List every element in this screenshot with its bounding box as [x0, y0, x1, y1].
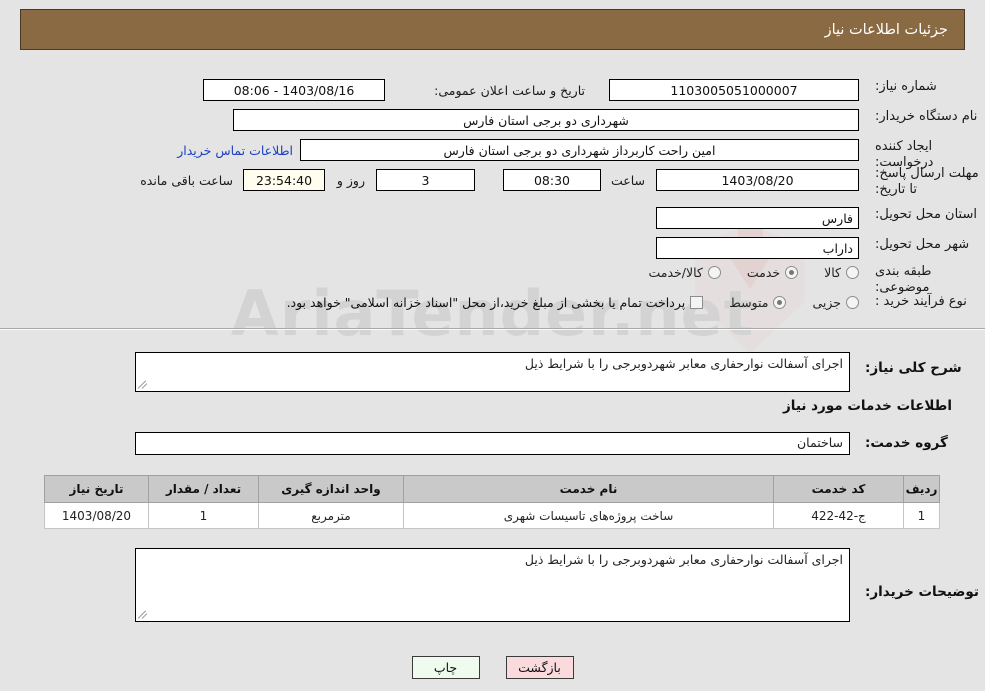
- cell-quantity: 1: [148, 502, 259, 529]
- service-group-label: گروه خدمت:: [865, 435, 948, 451]
- service-group-field[interactable]: ساختمان: [135, 432, 850, 455]
- col-row-no: ردیف: [903, 475, 940, 503]
- cell-row-no: 1: [903, 502, 940, 529]
- category-option-label: کالا/خدمت: [648, 265, 703, 280]
- requester-field: امین راحت کاربرداز شهرداری دو برجی استان…: [300, 139, 859, 161]
- deadline-label: مهلت ارسال پاسخ: تا تاریخ:: [875, 166, 979, 197]
- cell-need-date: 1403/08/20: [44, 502, 149, 529]
- section-divider: [0, 328, 985, 330]
- page-root: AriaTender.net جزئیات اطلاعات نیاز شماره…: [0, 0, 985, 691]
- need-number-label: شماره نیاز:: [875, 79, 937, 94]
- buyer-notes-label: توضیحات خریدار:: [865, 584, 979, 600]
- process-option-minor[interactable]: جزیی: [812, 295, 859, 310]
- countdown-field: 23:54:40: [243, 169, 325, 191]
- treasury-checkbox-wrap[interactable]: پرداخت تمام یا بخشی از مبلغ خرید،از محل …: [287, 295, 704, 310]
- days-remaining-field: 3: [376, 169, 475, 191]
- days-remaining-label: روز و: [336, 173, 365, 188]
- province-field: فارس: [656, 207, 859, 229]
- general-desc-label: شرح کلی نیاز:: [865, 360, 962, 376]
- need-info-panel: شماره نیاز: 1103005051000007 تاریخ و ساع…: [0, 62, 985, 330]
- category-option-label: خدمت: [746, 265, 781, 280]
- process-option-medium[interactable]: متوسط: [729, 295, 787, 310]
- services-table: ردیف کد خدمت نام خدمت واحد اندازه گیری ت…: [44, 475, 940, 529]
- col-unit: واحد اندازه گیری: [258, 475, 404, 503]
- purchase-process-label: نوع فرآیند خرید :: [875, 294, 967, 309]
- buyer-notes-textarea[interactable]: اجرای آسفالت نوارحفاری معابر شهردوبرجی ر…: [135, 548, 850, 622]
- cell-service-name: ساخت پروژه‌های تاسیسات شهری: [403, 502, 774, 529]
- table-row: 1 ج-42-422 ساخت پروژه‌های تاسیسات شهری م…: [44, 502, 940, 529]
- back-button[interactable]: بازگشت: [505, 656, 574, 679]
- row-province: استان محل تحویل: فارس: [0, 204, 985, 232]
- deadline-date-field: 1403/08/20: [656, 169, 859, 191]
- radio-icon[interactable]: [707, 266, 721, 279]
- cell-unit: مترمربع: [258, 502, 404, 529]
- deadline-hour-label: ساعت: [610, 173, 645, 188]
- table-header-row: ردیف کد خدمت نام خدمت واحد اندازه گیری ت…: [44, 475, 940, 503]
- radio-icon[interactable]: [773, 296, 787, 309]
- countdown-label: ساعت باقی مانده: [140, 173, 233, 188]
- row-need-number: شماره نیاز: 1103005051000007 تاریخ و ساع…: [0, 76, 985, 104]
- radio-icon[interactable]: [846, 296, 859, 309]
- window-titlebar: جزئیات اطلاعات نیاز: [20, 9, 965, 50]
- announcement-label: تاریخ و ساعت اعلان عمومی:: [434, 83, 585, 98]
- row-purchase-process: نوع فرآیند خرید : جزیی متوسط پرداخت تمام…: [0, 291, 985, 319]
- announcement-datetime-field: 1403/08/16 - 08:06: [203, 79, 385, 101]
- cell-service-code: ج-42-422: [773, 502, 904, 529]
- resize-handle-icon[interactable]: [137, 609, 149, 620]
- general-desc-textarea[interactable]: اجرای آسفالت نوارحفاری معابر شهردوبرجی ر…: [135, 352, 850, 392]
- row-city: شهر محل تحویل: داراب: [0, 234, 985, 262]
- category-option-goods-service[interactable]: کالا/خدمت: [648, 265, 721, 280]
- city-field: داراب: [656, 237, 859, 259]
- row-requester: ایجاد کننده درخواست: امین راحت کاربرداز …: [0, 136, 985, 170]
- buyer-org-label: نام دستگاه خریدار:: [875, 109, 978, 124]
- radio-icon[interactable]: [785, 266, 799, 279]
- row-buyer-org: نام دستگاه خریدار: شهرداری دو برجی استان…: [0, 106, 985, 134]
- page-title: جزئیات اطلاعات نیاز: [824, 21, 948, 38]
- radio-icon[interactable]: [846, 266, 859, 279]
- checkbox-icon[interactable]: [690, 296, 704, 309]
- city-label: شهر محل تحویل:: [875, 237, 970, 252]
- purchase-process-radio-group: جزیی متوسط پرداخت تمام یا بخشی از مبلغ خ…: [261, 295, 859, 310]
- col-quantity: تعداد / مقدار: [148, 475, 259, 503]
- category-option-label: کالا: [824, 265, 841, 280]
- province-label: استان محل تحویل:: [875, 207, 977, 222]
- buyer-org-field: شهرداری دو برجی استان فارس: [233, 109, 859, 131]
- category-option-service[interactable]: خدمت: [746, 265, 799, 280]
- services-section-heading: اطلاعات خدمات مورد نیاز: [783, 398, 953, 414]
- deadline-hour-field: 08:30: [503, 169, 601, 191]
- col-service-name: نام خدمت: [403, 475, 774, 503]
- process-option-label: جزیی: [812, 295, 841, 310]
- print-button[interactable]: چاپ: [411, 656, 480, 679]
- buyer-contact-link[interactable]: اطلاعات تماس خریدار: [177, 143, 293, 158]
- category-radio-group: کالا خدمت کالا/خدمت: [622, 265, 859, 280]
- category-option-goods[interactable]: کالا: [824, 265, 859, 280]
- action-button-bar: بازگشت چاپ: [0, 656, 985, 679]
- resize-handle-icon[interactable]: [137, 379, 149, 390]
- col-service-code: کد خدمت: [773, 475, 904, 503]
- treasury-note-text: پرداخت تمام یا بخشی از مبلغ خرید،از محل …: [286, 295, 686, 310]
- row-category: طبقه بندی موضوعی: کالا خدمت کالا/خدمت: [0, 261, 985, 295]
- process-option-label: متوسط: [729, 295, 769, 310]
- need-number-field: 1103005051000007: [609, 79, 859, 101]
- col-need-date: تاریخ نیاز: [44, 475, 149, 503]
